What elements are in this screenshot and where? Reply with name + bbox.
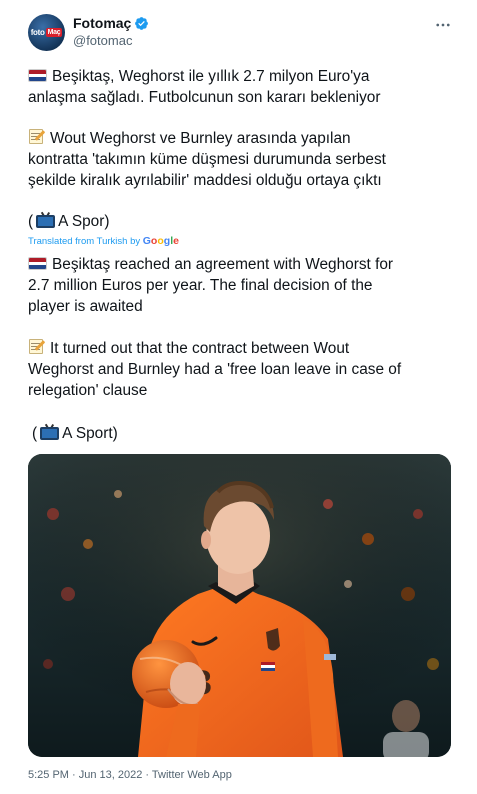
tweet-text-en-para2: It turned out that the contract between …: [28, 338, 458, 401]
en-line-4: It turned out that the contract between …: [28, 338, 458, 359]
en-line-3: player is awaited: [28, 298, 143, 315]
player-photo-illustration: 3: [28, 454, 451, 757]
avatar[interactable]: foto Maç: [28, 14, 65, 51]
tweet-text-en-para1: Beşiktaş reached an agreement with Wegho…: [28, 254, 458, 317]
google-logo: Google: [142, 235, 179, 247]
memo-icon: [28, 338, 46, 355]
tv-icon: [36, 211, 56, 229]
tr-line-4: kontratta 'takımın küme düşmesi durumund…: [28, 151, 386, 168]
en-line-6: relegation' clause: [28, 382, 148, 399]
tweet-photo[interactable]: 3: [28, 454, 451, 757]
display-name-row[interactable]: Fotomaç: [73, 15, 149, 31]
handle[interactable]: @fotomac: [73, 33, 149, 48]
en-line-2: 2.7 million Euros per year. The final de…: [28, 277, 373, 294]
tweet-header: foto Maç Fotomaç @fotomac: [28, 10, 458, 54]
tweet-meta[interactable]: 5:25 PM · Jun 13, 2022 · Twitter Web App: [28, 769, 232, 781]
tweet-text-tr-source: (A Spor): [28, 211, 110, 230]
memo-icon: [28, 128, 46, 145]
tr-line-2: anlaşma sağladı. Futbolcunun son kararı …: [28, 89, 381, 106]
tr-line-3: Wout Weghorst ve Burnley arasında yapıla…: [28, 128, 458, 149]
author-names: Fotomaç @fotomac: [73, 15, 149, 48]
tr-line-5: şekilde kiralık ayrılabilir' maddesi old…: [28, 172, 382, 189]
display-name[interactable]: Fotomaç: [73, 15, 131, 31]
verified-badge-icon: [135, 16, 149, 30]
en-line-1: Beşiktaş reached an agreement with Wegho…: [28, 254, 458, 275]
tv-icon: [40, 423, 60, 441]
translation-attribution[interactable]: Translated from Turkish by Google: [28, 235, 179, 247]
netherlands-flag-icon: [28, 257, 47, 270]
tweet-text-tr-para2: Wout Weghorst ve Burnley arasında yapıla…: [28, 128, 458, 191]
tweet-text-tr-para1: Beşiktaş, Weghorst ile yıllık 2.7 milyon…: [28, 66, 458, 108]
tr-line-1: Beşiktaş, Weghorst ile yıllık 2.7 milyon…: [28, 66, 458, 87]
avatar-logo: foto Maç: [30, 28, 63, 37]
tweet-text-en-source: (A Sport): [32, 423, 118, 442]
en-line-5: Weghorst and Burnley had a 'free loan le…: [28, 361, 402, 378]
more-icon[interactable]: [434, 16, 452, 39]
netherlands-flag-icon: [28, 69, 47, 82]
